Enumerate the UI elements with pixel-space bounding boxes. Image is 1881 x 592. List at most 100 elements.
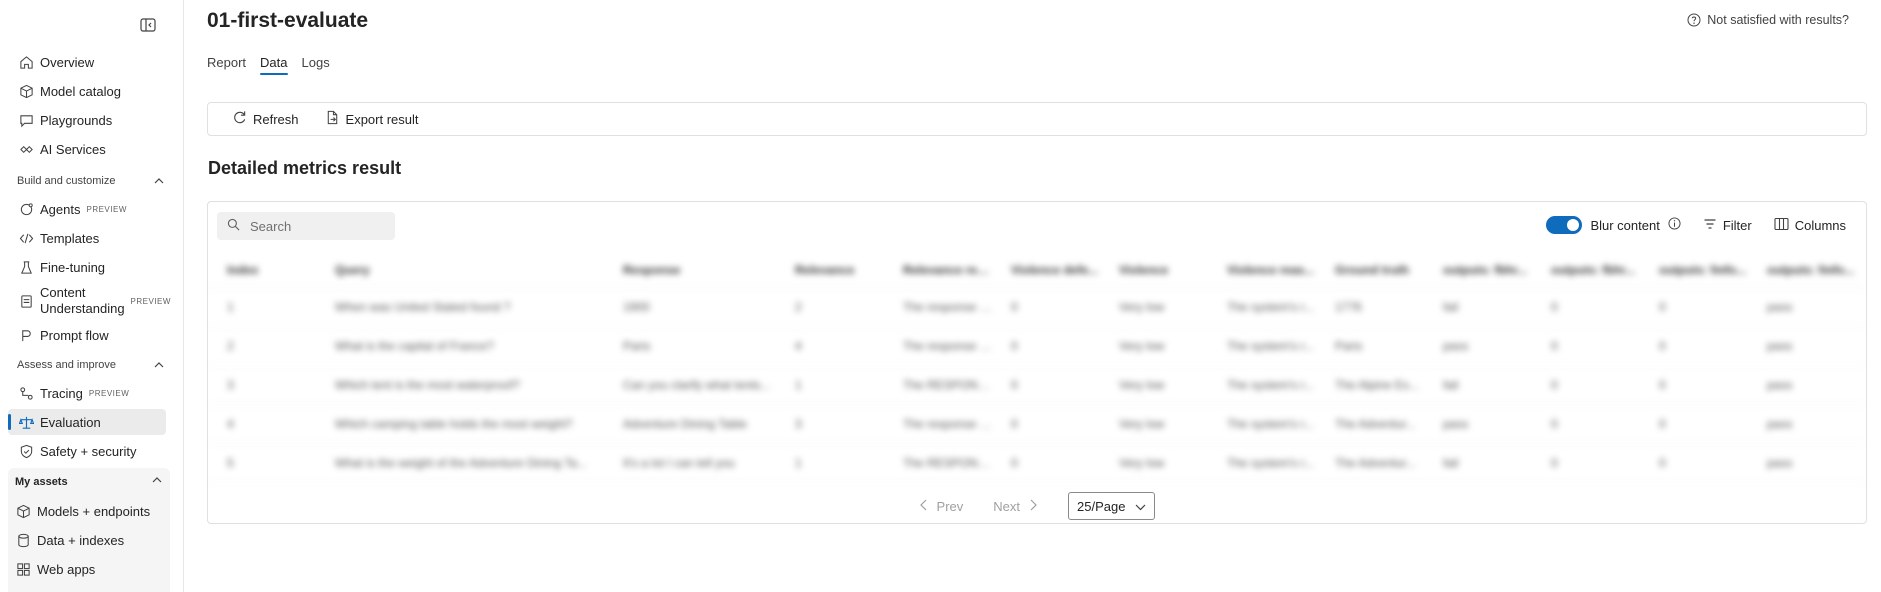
column-header[interactable]: Violence defe... [992, 263, 1100, 277]
search-input[interactable] [250, 218, 390, 234]
column-header[interactable]: Relevance [776, 263, 884, 277]
info-icon[interactable] [1668, 217, 1681, 233]
table-cell: Which tent is the most waterproof? [335, 378, 520, 392]
refresh-button[interactable]: Refresh [232, 110, 299, 128]
filter-button[interactable]: Filter [1703, 217, 1752, 234]
table-cell: The system's r... [1227, 300, 1314, 314]
table-cell: 3 [227, 378, 234, 392]
prev-page-button[interactable]: Prev [919, 499, 963, 514]
table-row[interactable]: 1 When was United Stated found ? 1900 2 … [208, 288, 1866, 327]
pagination: Prev Next 25/Page [208, 492, 1866, 520]
table-row[interactable]: 3 Which tent is the most waterproof? Can… [208, 366, 1866, 405]
column-header[interactable]: outputs: fmfo... [1640, 263, 1748, 277]
nav-fine-tuning[interactable]: Fine-tuning [8, 254, 166, 280]
table-row[interactable]: 2 What is the capital of France? Paris 4… [208, 327, 1866, 366]
table-cell: 0 [1011, 456, 1018, 470]
nav-tracing[interactable]: Tracing PREVIEW [8, 380, 166, 406]
nav-content-understanding[interactable]: Content Understanding PREVIEW [8, 283, 170, 319]
table-cell: 0 [1011, 378, 1018, 392]
table-cell: When was United Stated found ? [335, 300, 511, 314]
page-size-value: 25/Page [1077, 498, 1126, 514]
column-header[interactable]: Violence reas... [1208, 263, 1316, 277]
tracing-icon [18, 385, 34, 401]
section-label: Assess and improve [17, 359, 117, 371]
table-cell: The system's r... [1227, 456, 1314, 470]
section-label: Build and customize [17, 175, 116, 187]
document-scan-icon [18, 293, 34, 309]
table-cell: 0 [1011, 300, 1018, 314]
column-header[interactable]: Index [208, 263, 316, 277]
preview-badge: PREVIEW [130, 296, 171, 306]
column-header[interactable]: Response [604, 263, 776, 277]
nav-prompt-flow[interactable]: Prompt flow [8, 322, 166, 348]
nav-templates[interactable]: Templates [8, 225, 166, 251]
table-cell: Which camping table holds the most weigh… [335, 417, 573, 431]
table-cell: 0 [1659, 300, 1666, 314]
nav-label: Web apps [37, 561, 96, 577]
column-header[interactable]: outputs: fmfo... [1748, 263, 1856, 277]
column-header[interactable]: outputs: fbhr... [1424, 263, 1532, 277]
table-cell: fail [1443, 378, 1459, 392]
table-cell: The response i... [903, 300, 992, 314]
page-size-select[interactable]: 25/Page [1068, 492, 1156, 520]
table-cell: The Alpine Ex... [1335, 378, 1420, 392]
nav-evaluation[interactable]: Evaluation [8, 409, 166, 435]
column-header[interactable]: outputs: fbhr... [1532, 263, 1640, 277]
table-row[interactable]: 4 Which camping table holds the most wei… [208, 405, 1866, 444]
section-my-assets[interactable]: My assets [15, 474, 163, 489]
table-row[interactable]: 5 What is the weight of the Adventure Di… [208, 444, 1866, 483]
table-cell: 4 [795, 339, 802, 353]
chat-icon [18, 112, 34, 128]
table-cell: Adventure Dining Table [623, 417, 747, 431]
export-icon [325, 110, 340, 128]
table-cell: The RESPONS... [903, 456, 992, 470]
nav-data-indexes[interactable]: Data + indexes [5, 527, 163, 553]
column-header[interactable]: Relevance rea... [884, 263, 992, 277]
nav-model-catalog[interactable]: Model catalog [8, 78, 166, 104]
nav-label: Safety + security [40, 443, 137, 459]
nav-agents[interactable]: Agents PREVIEW [8, 196, 166, 222]
flask-icon [18, 259, 34, 275]
search-box[interactable] [217, 212, 395, 240]
nav-safety-security[interactable]: Safety + security [8, 438, 166, 464]
collapse-sidebar-icon[interactable] [140, 18, 156, 32]
blur-content-toggle[interactable] [1546, 216, 1583, 234]
nav-overview[interactable]: Overview [8, 49, 166, 75]
nav-label: Content Understanding [40, 285, 125, 316]
table-cell: 0 [1551, 300, 1558, 314]
section-assess-improve[interactable]: Assess and improve [17, 355, 165, 375]
next-page-button[interactable]: Next [993, 499, 1038, 514]
table-cell: 0 [1551, 339, 1558, 353]
column-header[interactable]: Violence [1100, 263, 1208, 277]
section-build-customize[interactable]: Build and customize [17, 171, 165, 191]
export-result-button[interactable]: Export result [325, 110, 419, 128]
nav-models-endpoints[interactable]: Models + endpoints [5, 498, 163, 524]
columns-icon [1774, 217, 1789, 234]
table-cell: 0 [1011, 339, 1018, 353]
column-header[interactable]: Ground truth [1316, 263, 1424, 277]
scale-icon [18, 414, 34, 430]
tab-report[interactable]: Report [207, 55, 246, 75]
tab-logs[interactable]: Logs [302, 55, 330, 75]
filter-icon [1703, 217, 1717, 234]
cube-icon [15, 503, 31, 519]
column-header[interactable]: Query [316, 263, 604, 277]
nav-label: Templates [40, 230, 100, 246]
sidebar: Overview Model catalog Playgrounds AI Se… [0, 0, 184, 592]
nav-label: Tracing [40, 385, 83, 401]
table-cell: 1776 [1335, 300, 1362, 314]
table-cell: Very low [1119, 378, 1165, 392]
nav-playgrounds[interactable]: Playgrounds [8, 107, 166, 133]
link-icon [18, 141, 34, 157]
nav-ai-services[interactable]: AI Services [8, 136, 166, 162]
nav-web-apps[interactable]: Web apps [5, 556, 163, 582]
table-cell: The response i... [903, 339, 992, 353]
chevron-left-icon [919, 499, 929, 514]
columns-button[interactable]: Columns [1774, 217, 1846, 234]
nav-label: Model catalog [40, 83, 121, 99]
nav-label: Fine-tuning [40, 259, 106, 275]
tab-data[interactable]: Data [260, 55, 288, 75]
not-satisfied-link[interactable]: Not satisfied with results? [1687, 13, 1849, 27]
columns-label: Columns [1794, 217, 1846, 233]
table-cell: pass [1767, 456, 1793, 470]
